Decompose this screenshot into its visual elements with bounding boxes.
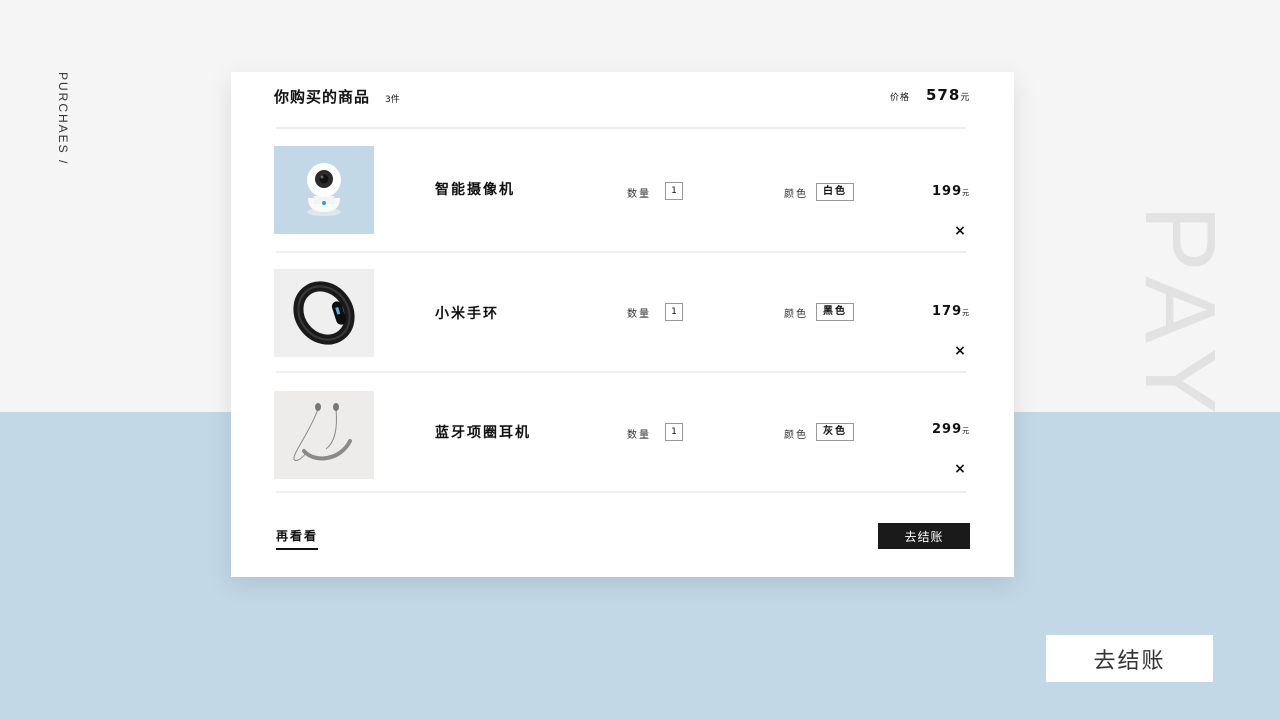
color-selector[interactable]: 灰色 [816, 423, 854, 441]
quantity-field[interactable]: 1 [665, 303, 683, 321]
item-price-value: 299 [932, 422, 963, 437]
divider [276, 491, 966, 493]
item-price-value: 179 [932, 304, 963, 319]
smart-camera-image[interactable] [274, 146, 374, 234]
quantity-label: 数量 [627, 430, 651, 441]
total-price-unit: 元 [960, 93, 970, 103]
quantity-field[interactable]: 1 [665, 182, 683, 200]
fitness-band-image[interactable] [274, 269, 374, 357]
close-icon[interactable]: × [953, 344, 967, 358]
divider [276, 127, 966, 129]
total-price: 578元 [926, 86, 969, 104]
background-word: PAY [1130, 205, 1230, 412]
close-icon[interactable]: × [953, 224, 967, 238]
item-price-value: 199 [932, 184, 963, 199]
color-selector[interactable]: 黑色 [816, 303, 854, 321]
color-label: 颜色 [784, 189, 808, 200]
cart-count: 3件 [385, 95, 400, 105]
continue-shopping-link[interactable]: 再看看 [276, 527, 319, 550]
item-name: 蓝牙项圈耳机 [435, 425, 531, 441]
color-label: 颜色 [784, 309, 808, 320]
close-icon[interactable]: × [953, 462, 967, 476]
quantity-label: 数量 [627, 309, 651, 320]
quantity-field[interactable]: 1 [665, 423, 683, 441]
item-price: 199元 [932, 184, 969, 199]
checkout-button-large[interactable]: 去结账 [1046, 635, 1213, 682]
side-label: PURCHAES / [56, 72, 70, 166]
item-name: 小米手环 [435, 306, 499, 322]
divider [276, 371, 966, 373]
quantity-label: 数量 [627, 189, 651, 200]
cart-title: 你购买的商品 [274, 88, 371, 106]
item-price: 299元 [932, 422, 969, 437]
color-selector[interactable]: 白色 [816, 183, 854, 201]
total-price-value: 578 [926, 86, 961, 104]
checkout-button[interactable]: 去结账 [878, 523, 970, 549]
total-label: 价格 [890, 93, 911, 103]
color-label: 颜色 [784, 430, 808, 441]
cart-card: 你购买的商品 3件 价格 578元 智能摄像机 数量 1 颜色 白色 199元 … [231, 72, 1014, 577]
item-name: 智能摄像机 [435, 182, 515, 198]
item-price-unit: 元 [962, 309, 970, 317]
item-price-unit: 元 [962, 189, 970, 197]
item-price-unit: 元 [962, 427, 970, 435]
neckband-earphones-image[interactable] [274, 391, 374, 479]
divider [276, 251, 966, 253]
item-price: 179元 [932, 304, 969, 319]
